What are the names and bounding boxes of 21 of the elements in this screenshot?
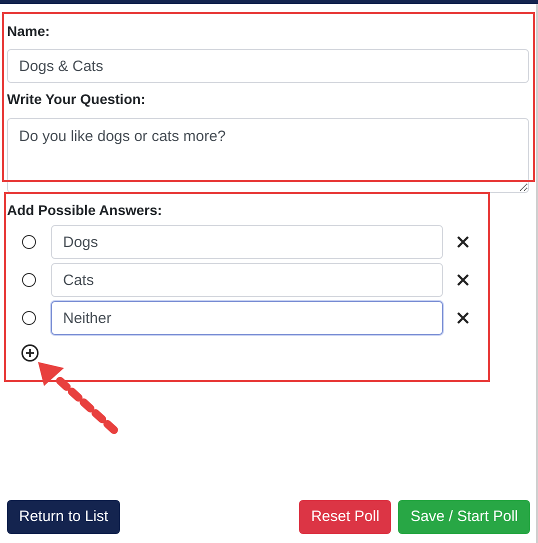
- field-label: Write Your Question:: [7, 90, 146, 108]
- remove-answer-button[interactable]: [457, 236, 469, 248]
- name-input[interactable]: Dogs & Cats: [7, 49, 529, 83]
- plus-circle-icon: [21, 344, 39, 362]
- close-icon: [457, 236, 469, 248]
- section-label: Add Possible Answers:: [7, 201, 164, 219]
- radio-button[interactable]: [22, 235, 36, 249]
- return-button[interactable]: Return to List: [7, 500, 120, 534]
- answer-input[interactable]: Neither: [51, 301, 443, 335]
- radio-button[interactable]: [22, 311, 36, 325]
- radio-button[interactable]: [22, 273, 36, 287]
- close-icon: [457, 312, 469, 324]
- remove-answer-button[interactable]: [457, 274, 469, 286]
- remove-answer-button[interactable]: [457, 312, 469, 324]
- close-icon: [457, 274, 469, 286]
- add-answer-button[interactable]: [21, 344, 39, 362]
- answer-input[interactable]: Dogs: [51, 225, 443, 259]
- reset-button[interactable]: Reset Poll: [299, 500, 392, 534]
- field-label: Name:: [7, 22, 51, 40]
- answer-input[interactable]: Cats: [51, 263, 443, 297]
- question-textarea[interactable]: Do you like dogs or cats more?: [7, 118, 529, 193]
